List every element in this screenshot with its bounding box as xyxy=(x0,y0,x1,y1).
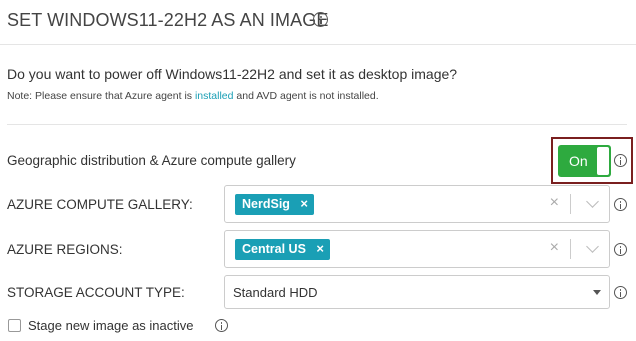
info-icon[interactable] xyxy=(614,198,627,211)
dialog-header: SET WINDOWS11-22H2 AS AN IMAGE xyxy=(0,0,636,45)
caret-down-icon xyxy=(593,290,601,295)
note-text-before: Note: Please ensure that Azure agent is xyxy=(7,90,195,102)
chevron-down-icon[interactable] xyxy=(586,240,599,253)
azure-regions-select[interactable]: Central US × × xyxy=(224,230,610,268)
region-chip-label: Central US xyxy=(242,242,306,256)
chevron-down-icon[interactable] xyxy=(586,195,599,208)
clear-icon[interactable]: × xyxy=(550,239,559,257)
geo-distribution-label: Geographic distribution & Azure compute … xyxy=(7,153,296,168)
stage-inactive-checkbox[interactable] xyxy=(8,319,21,332)
installed-link[interactable]: installed xyxy=(195,90,234,102)
agent-note: Note: Please ensure that Azure agent is … xyxy=(7,90,379,102)
info-icon[interactable] xyxy=(215,319,228,332)
storage-type-select[interactable]: Standard HDD xyxy=(224,275,610,309)
separator xyxy=(570,194,571,214)
note-text-after: and AVD agent is not installed. xyxy=(233,90,379,102)
stage-inactive-label[interactable]: Stage new image as inactive xyxy=(28,318,193,333)
compute-gallery-label: AZURE COMPUTE GALLERY: xyxy=(7,197,193,212)
azure-regions-label: AZURE REGIONS: xyxy=(7,242,123,257)
info-icon[interactable] xyxy=(614,286,627,299)
toggle-knob[interactable] xyxy=(597,147,609,175)
gallery-chip: NerdSig × xyxy=(235,194,314,215)
gallery-chip-label: NerdSig xyxy=(242,197,290,211)
divider xyxy=(7,124,627,125)
compute-gallery-select[interactable]: NerdSig × × xyxy=(224,185,610,223)
region-chip: Central US × xyxy=(235,239,330,260)
info-icon[interactable] xyxy=(614,154,627,167)
chip-remove-icon[interactable]: × xyxy=(316,241,324,256)
chip-remove-icon[interactable]: × xyxy=(300,196,308,211)
storage-type-label: STORAGE ACCOUNT TYPE: xyxy=(7,285,185,300)
dialog-title: SET WINDOWS11-22H2 AS AN IMAGE xyxy=(7,10,329,30)
info-icon[interactable] xyxy=(313,12,328,27)
clear-icon[interactable]: × xyxy=(550,194,559,212)
storage-type-value: Standard HDD xyxy=(233,285,318,300)
toggle-label: On xyxy=(569,153,588,169)
confirmation-question: Do you want to power off Windows11-22H2 … xyxy=(7,66,458,82)
geo-distribution-toggle[interactable]: On xyxy=(558,145,611,177)
info-icon[interactable] xyxy=(614,243,627,256)
separator xyxy=(570,239,571,259)
